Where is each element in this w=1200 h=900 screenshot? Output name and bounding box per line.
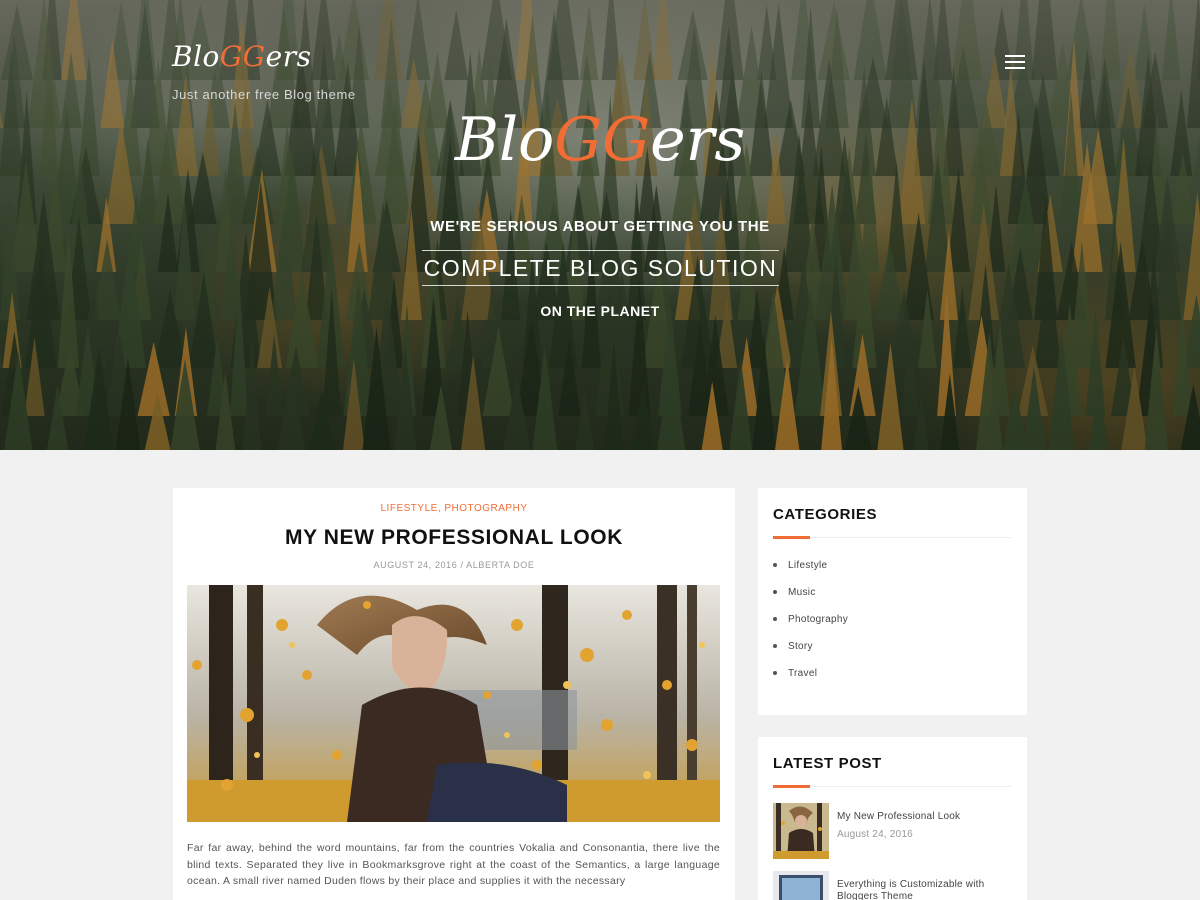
latest-post-image <box>773 871 829 900</box>
latest-post-item: Everything is Customizable with Bloggers… <box>773 871 1012 900</box>
post-categories: LIFESTYLE, PHOTOGRAPHY <box>173 503 735 514</box>
latest-post-widget: LATEST POST My New Professional Look Aug… <box>758 737 1027 900</box>
category-label: Lifestyle <box>788 560 828 571</box>
post-meta: AUGUST 24, 2016 / ALBERTA DOE <box>373 560 535 570</box>
category-item-lifestyle[interactable]: Lifestyle <box>773 560 848 587</box>
bullet-icon <box>773 563 777 567</box>
post-title[interactable]: MY NEW PROFESSIONAL LOOK <box>173 526 735 550</box>
hero-logo-prefix: Blo <box>454 105 555 175</box>
hero-banner: BloGGers Just another free Blog theme Bl… <box>0 0 1200 450</box>
widget-divider-accent <box>773 536 810 539</box>
category-label: Story <box>788 641 813 652</box>
site-tagline: Just another free Blog theme <box>172 87 356 102</box>
widget-title: LATEST POST <box>773 755 882 772</box>
site-logo[interactable]: BloGGers <box>172 40 311 73</box>
category-item-travel[interactable]: Travel <box>773 668 848 695</box>
hero-headline-main: COMPLETE BLOG SOLUTION <box>422 250 779 286</box>
category-item-story[interactable]: Story <box>773 641 848 668</box>
categories-widget: CATEGORIES Lifestyle Music Photography S… <box>758 488 1027 715</box>
latest-post-date: August 24, 2016 <box>837 829 913 840</box>
logo-accent: GG <box>219 40 266 73</box>
menu-bar <box>1005 55 1025 57</box>
menu-bar <box>1005 61 1025 63</box>
category-label: Music <box>788 587 816 598</box>
category-separator: , <box>437 503 442 514</box>
hero-headline-top: WE'RE SERIOUS ABOUT GETTING YOU THE <box>430 218 770 235</box>
latest-post-thumbnail[interactable] <box>773 803 829 859</box>
hero-logo-accent: GG <box>554 105 651 175</box>
latest-post-title[interactable]: My New Professional Look <box>837 811 1007 823</box>
category-list: Lifestyle Music Photography Story Travel <box>773 560 848 695</box>
logo-suffix: ers <box>265 40 312 73</box>
widget-divider-accent <box>773 785 810 788</box>
category-item-music[interactable]: Music <box>773 587 848 614</box>
hero-logo-suffix: ers <box>650 105 746 175</box>
post-excerpt: Far far away, behind the word mountains,… <box>187 842 720 887</box>
hamburger-menu-icon[interactable] <box>1005 55 1025 71</box>
post-featured-image[interactable] <box>187 585 720 822</box>
bullet-icon <box>773 644 777 648</box>
widget-title: CATEGORIES <box>773 506 878 523</box>
category-label: Photography <box>788 614 849 625</box>
logo-prefix: Blo <box>172 40 220 73</box>
hero-logo: BloGGers <box>0 105 1200 175</box>
autumn-portrait-image <box>187 585 720 822</box>
post-category-link[interactable]: PHOTOGRAPHY <box>444 503 527 514</box>
post-card: LIFESTYLE, PHOTOGRAPHY MY NEW PROFESSION… <box>173 488 735 900</box>
latest-post-item: My New Professional Look August 24, 2016 <box>773 803 1012 859</box>
bullet-icon <box>773 617 777 621</box>
bullet-icon <box>773 590 777 594</box>
latest-post-image <box>773 803 829 859</box>
latest-post-thumbnail[interactable] <box>773 871 829 900</box>
category-label: Travel <box>788 668 818 679</box>
post-category-link[interactable]: LIFESTYLE <box>381 503 438 514</box>
latest-post-title[interactable]: Everything is Customizable with Bloggers… <box>837 879 1007 900</box>
category-item-photography[interactable]: Photography <box>773 614 848 641</box>
menu-bar <box>1005 67 1025 69</box>
hero-headline-bottom: ON THE PLANET <box>540 303 660 319</box>
bullet-icon <box>773 671 777 675</box>
